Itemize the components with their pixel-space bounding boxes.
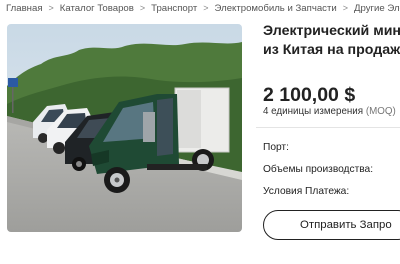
breadcrumb-separator: > <box>48 3 54 13</box>
breadcrumb-separator: > <box>342 3 348 13</box>
send-inquiry-button[interactable]: Отправить Запро <box>263 210 400 240</box>
product-title-line: Электрический мин <box>263 23 400 39</box>
product-image[interactable] <box>7 24 242 232</box>
product-photo <box>7 24 242 232</box>
breadcrumb-separator: > <box>203 3 209 13</box>
breadcrumb-transport[interactable]: Транспорт <box>151 3 197 14</box>
moq: 4 единицы измерения (MOQ) <box>263 106 396 117</box>
breadcrumb-other-ev[interactable]: Другие Электромобили <box>354 3 400 14</box>
breadcrumb: Главная > Каталог Товаров > Транспорт > … <box>6 0 400 16</box>
production-capacity-label: Объемы производства: <box>263 164 374 175</box>
port-label: Порт: <box>263 142 289 153</box>
breadcrumb-separator: > <box>139 3 146 13</box>
moq-value: 4 единицы измерения <box>263 106 364 117</box>
product-title-line: из Китая на продаж <box>263 42 400 58</box>
breadcrumb-home[interactable]: Главная <box>6 3 43 14</box>
divider <box>256 127 400 128</box>
payment-terms-label: Условия Платежа: <box>263 186 350 197</box>
breadcrumb-ev-parts[interactable]: Электромобиль и Запчасти <box>215 3 337 14</box>
product-title: Электрический мин из Китая на продаж <box>263 22 400 60</box>
product-price: 2 100,00 $ <box>263 84 356 106</box>
moq-label: (MOQ) <box>365 106 396 117</box>
breadcrumb-catalog[interactable]: Каталог Товаров <box>60 3 134 14</box>
